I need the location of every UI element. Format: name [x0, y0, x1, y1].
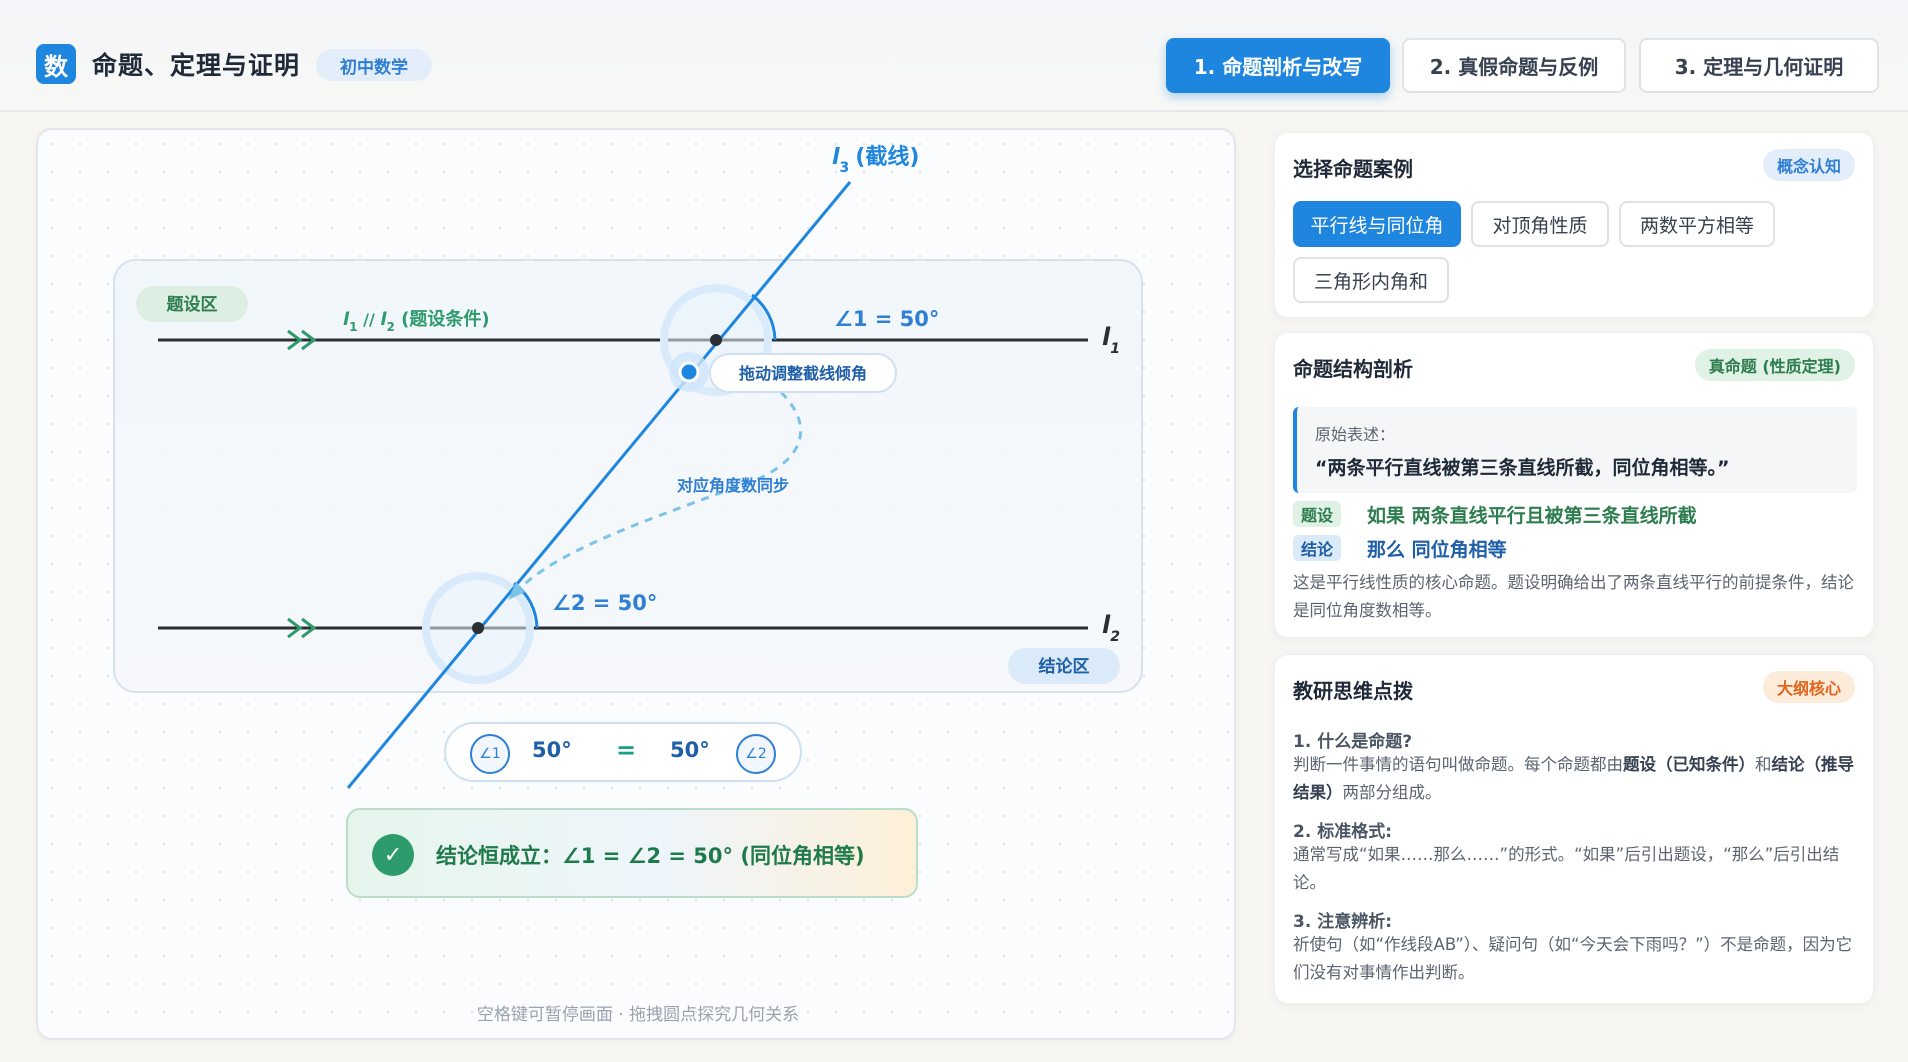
geometry-stage[interactable]: 题设区 结论区 拖动调整截线倾角 对应角度数同步 ∠1 = 50° ∠2 = 5… [36, 128, 1236, 1040]
case-panel: 选择命题案例 概念认知 平行线与同位角 对顶角性质 两数平方相等 三角形内角和 [1274, 132, 1874, 318]
angle1-value: 50° [532, 738, 572, 762]
structure-panel-badge: 真命题 (性质定理) [1694, 349, 1855, 381]
check-icon: ✓ [372, 834, 414, 876]
original-statement-block: 原始表述： “两条平行直线被第三条直线所截，同位角相等。” [1293, 407, 1857, 493]
conclusion-zone-label: 结论区 [1039, 656, 1090, 677]
structure-panel: 命题结构剖析 真命题 (性质定理) 原始表述： “两条平行直线被第三条直线所截，… [1274, 332, 1874, 638]
structure-panel-title: 命题结构剖析 [1293, 357, 1413, 381]
case-button-equal-squares[interactable]: 两数平方相等 [1619, 201, 1775, 247]
tab-theorem-proof[interactable]: 3. 定理与几何证明 [1639, 38, 1879, 93]
tab-true-false-counterexample[interactable]: 2. 真假命题与反例 [1402, 38, 1626, 93]
structure-description: 这是平行线性质的核心命题。题设明确给出了两条直线平行的前提条件，结论是同位角度数… [1293, 573, 1854, 620]
tips-panel: 教研思维点拨 大纲核心 1. 什么是命题? 判断一件事情的语句叫做命题。每个命题… [1274, 654, 1874, 1004]
app-header: 数 命题、定理与证明 初中数学 1. 命题剖析与改写 2. 真假命题与反例 3.… [0, 0, 1908, 112]
angle1-chip: ∠1 [470, 734, 510, 774]
tip-2-body: 通常写成“如果……那么……”的形式。“如果”后引出题设，“那么”后引出结论。 [1293, 845, 1840, 892]
premise-zone-label: 题设区 [167, 295, 218, 315]
tips-panel-title: 教研思维点拨 [1293, 679, 1413, 703]
case-panel-badge: 概念认知 [1762, 149, 1855, 181]
conclusion-text: 结论恒成立：∠1 = ∠2 = 50° (同位角相等) [436, 844, 865, 868]
level-badge: 初中数学 [316, 49, 432, 81]
case-button-parallel-corresponding[interactable]: 平行线与同位角 [1293, 201, 1461, 247]
sync-label: 对应角度数同步 [677, 476, 789, 495]
angle-compare-pill: ∠1 50° = 50° ∠2 [444, 722, 802, 782]
app-title: 命题、定理与证明 [92, 51, 301, 80]
premise-text: 如果 两条直线平行且被第三条直线所截 [1367, 505, 1697, 527]
tip-3-head: 3. 注意辨析: [1293, 912, 1393, 932]
conclusion-tag: 结论 [1293, 535, 1342, 561]
tab-proposition-analysis[interactable]: 1. 命题剖析与改写 [1166, 38, 1390, 93]
original-statement-text: “两条平行直线被第三条直线所截，同位角相等。” [1315, 457, 1730, 479]
svg-text:l3(截线): l3 (截线) [832, 144, 919, 176]
app-logo: 数 [36, 44, 76, 84]
equals-sign: = [616, 736, 637, 764]
angle2-value: 50° [670, 738, 710, 762]
tip-1-body: 判断一件事情的语句叫做命题。每个命题都由题设（已知条件）和结论（推导结果）两部分… [1293, 755, 1854, 802]
tip-1-head: 1. 什么是命题? [1293, 732, 1413, 752]
case-button-triangle-angle-sum[interactable]: 三角形内角和 [1293, 257, 1449, 303]
geometry-diagram[interactable]: 题设区 结论区 拖动调整截线倾角 对应角度数同步 ∠1 = 50° ∠2 = 5… [38, 130, 1238, 1042]
conclusion-text-line: 那么 同位角相等 [1367, 539, 1507, 561]
tip-2-head: 2. 标准格式: [1293, 822, 1393, 842]
angle2-label: ∠2 = 50° [552, 591, 657, 615]
case-button-vertical-angles[interactable]: 对顶角性质 [1471, 201, 1609, 247]
drag-hint-text: 拖动调整截线倾角 [739, 364, 867, 383]
original-statement-label: 原始表述： [1315, 425, 1396, 444]
case-panel-title: 选择命题案例 [1293, 157, 1413, 181]
angle1-label: ∠1 = 50° [834, 307, 939, 331]
drag-handle[interactable] [678, 361, 700, 383]
intersection-point-1 [710, 334, 722, 346]
tip-3-body: 祈使句（如“作线段AB”）、疑问句（如“今天会下雨吗？”）不是命题，因为它们没有… [1293, 935, 1853, 982]
transversal-name: l3 (截线) [832, 144, 919, 176]
angle2-chip: ∠2 [736, 734, 776, 774]
intersection-point-2 [472, 622, 484, 634]
footer-hint: 空格键可暂停画面 · 拖拽圆点探究几何关系 [476, 1005, 800, 1025]
tips-panel-badge: 大纲核心 [1762, 671, 1855, 703]
conclusion-box: ✓ 结论恒成立：∠1 = ∠2 = 50° (同位角相等) [346, 808, 918, 898]
premise-tag: 题设 [1293, 501, 1342, 527]
